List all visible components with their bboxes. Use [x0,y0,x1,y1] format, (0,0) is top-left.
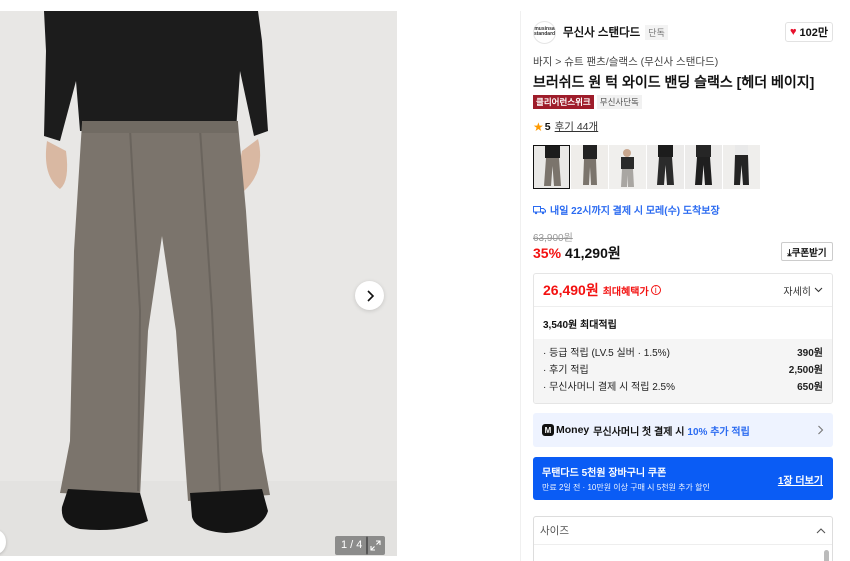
product-tags: 클리어런스위크 무신사단독 [533,95,642,109]
chevron-right-icon [366,289,374,302]
thumbnail[interactable] [609,145,646,189]
next-image-button[interactable] [355,281,384,310]
cart-coupon-banner: 무탠다드 5천원 장바구니 쿠폰 만료 2일 전 · 10만원 이상 구매 시 … [533,457,833,500]
points-row: · 무신사머니 결제 시 적립 2.5% 650원 [543,379,823,396]
thumbnail[interactable] [685,145,722,189]
detail-label: 자세히 [783,286,811,298]
points-label: · 후기 적립 [543,365,589,376]
points-total: 3,540원 최대적립 [543,319,617,331]
product-title: 브러쉬드 원 턱 와이드 밴딩 슬랙스 [헤더 베이지] [533,74,815,90]
thumbnail[interactable] [533,145,570,189]
brand-name[interactable]: 무신사 스탠다드 [563,24,640,40]
brand-logo[interactable]: musinsa standard [533,20,556,44]
chevron-right-icon [818,425,824,435]
info-icon[interactable]: i [650,285,661,295]
scrollbar[interactable] [824,550,829,561]
expand-icon [370,540,381,551]
like-button[interactable]: ♥ 102만 [785,22,833,42]
delivery-guarantee[interactable]: 내일 22시까지 결제 시 모레(수) 도착보장 [533,202,720,217]
thumbnail-strip [533,145,760,189]
star-icon: ★ [533,119,544,134]
more-coupons-link[interactable]: 1장 더보기 [778,472,823,487]
points-value: 650원 [797,382,823,393]
chevron-down-icon [814,287,823,293]
money-highlight: 10% 추가 적립 [687,426,750,438]
discount-rate: 35% [533,245,562,261]
points-row: · 후기 적립 2,500원 [543,362,823,379]
benefit-box: 26,490원 최대혜택가 i 자세히 3,540원 최대적립 · 등급 적립 … [533,273,833,404]
size-dropdown[interactable]: 사이즈 [533,516,833,561]
money-logo-icon: M [542,424,554,436]
get-coupon-button[interactable]: ⤓쿠폰받기 [781,242,833,261]
points-label: · 등급 적립 (LV.5 실버 · 1.5%) [543,348,670,359]
expand-image-button[interactable] [366,536,385,555]
points-breakdown: · 등급 적립 (LV.5 실버 · 1.5%) 390원 · 후기 적립 2,… [534,339,832,403]
price-row: 35% 41,290원 [533,243,621,263]
rating-score: 5 [544,120,551,133]
clearance-tag: 클리어런스위크 [533,95,594,109]
truck-icon [533,205,546,214]
max-benefit-label: 최대혜택가 [602,286,649,298]
brand-exclusive-badge: 단독 [645,24,668,40]
points-row: · 등급 적립 (LV.5 실버 · 1.5%) 390원 [543,345,823,362]
money-promo-banner[interactable]: M Money 무신사머니 첫 결제 시 10% 추가 적립 [533,413,833,447]
size-label: 사이즈 [540,525,569,537]
points-value: 390원 [797,348,823,359]
breadcrumb[interactable]: 바지 > 슈트 팬츠/슬랙스 (무신사 스탠다드) [533,54,718,69]
points-label: · 무신사머니 결제 시 적립 2.5% [543,382,676,393]
like-count: 102만 [799,27,828,39]
max-benefit-price: 26,490원 [543,282,599,298]
points-value: 2,500원 [788,365,823,376]
max-benefit-header: 26,490원 최대혜택가 i 자세히 [534,274,832,307]
delivery-text: 내일 22시까지 결제 시 모레(수) 도착보장 [550,206,720,217]
product-photo [0,11,397,556]
money-brand: Money [556,424,590,436]
thumbnail[interactable] [647,145,684,189]
original-price: 63,900원 [533,233,573,244]
benefit-detail-toggle[interactable]: 자세히 [783,283,823,298]
image-counter: 1 / 4 [335,536,369,555]
product-image-gallery[interactable]: 1 / 4 [0,11,397,556]
thumbnail[interactable] [571,145,608,189]
thumbnail[interactable] [723,145,760,189]
size-dropdown-header[interactable]: 사이즈 [534,517,832,545]
chevron-up-icon [816,527,826,533]
sale-price: 41,290원 [565,245,621,261]
money-text: 무신사머니 첫 결제 시 [593,426,685,438]
product-info-panel: musinsa standard 무신사 스탠다드 단독 ♥ 102만 바지 >… [520,11,850,561]
reviews-link[interactable]: 후기 44개 [555,119,599,134]
rating-row: ★ 5 후기 44개 [533,119,598,134]
exclusive-tag: 무신사단독 [596,95,642,109]
heart-icon: ♥ [789,26,797,38]
